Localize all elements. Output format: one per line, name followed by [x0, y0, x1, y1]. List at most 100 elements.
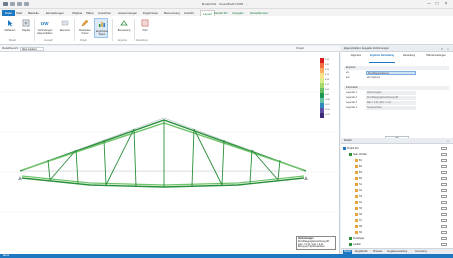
property-value[interactable]: Systemachsen [366, 106, 416, 110]
visibility-toggle[interactable] [441, 213, 447, 216]
tree-node-icon [355, 218, 358, 222]
select-button[interactable]: Markieren [3, 18, 17, 38]
tree-item[interactable]: Punktlager [349, 236, 364, 241]
property-row[interactable]: Legende 2 Durchbiegungsberechnung 2D [344, 96, 449, 100]
pin-icon[interactable]: ▾ [440, 47, 444, 51]
tree-item-label: S3 [359, 195, 362, 198]
tree-item[interactable]: S3 [355, 194, 362, 199]
property-row[interactable]: Legende 3 Max = 0.41 | Min = 0.41 [344, 101, 449, 105]
tree-item[interactable]: B4 [355, 176, 362, 181]
property-row[interactable]: Legende 4 Systemachsen [344, 106, 449, 110]
tree-node-icon [355, 188, 358, 192]
tree-item[interactable]: B3 [355, 170, 362, 175]
tree-item[interactable]: S9 [355, 230, 362, 235]
model-area-select[interactable]: Alles markiert [20, 47, 44, 51]
property-value[interactable]: alle Systeme [366, 76, 416, 80]
tree-item-label: S2 [359, 189, 362, 192]
tree-item-label: S7 [359, 219, 362, 222]
tab-ergebnis-darstellung[interactable]: Ergebnis Darstellung [369, 54, 395, 63]
visibility-toggle[interactable] [441, 231, 447, 234]
visibility-toggle[interactable] [441, 171, 447, 174]
undo-icon[interactable] [17, 2, 22, 6]
visibility-toggle[interactable] [441, 189, 447, 192]
tree-root[interactable]: Modell 001 [343, 146, 359, 151]
objects-button[interactable]: Objekte [19, 18, 33, 38]
visibility-toggle[interactable] [441, 165, 447, 168]
svg-text:DW: DW [41, 21, 49, 26]
result-info-box: Verformungen Durchbiegungsberechnung 2D … [296, 236, 336, 250]
tree-node-icon [355, 212, 358, 216]
property-key: ein [346, 72, 350, 74]
tree-node-icon [355, 182, 358, 186]
visibility-toggle[interactable] [441, 159, 447, 162]
visibility-toggle[interactable] [441, 147, 447, 150]
truss-drawing [0, 91, 340, 213]
property-value[interactable]: Durchbiegungsberechnung 2D [366, 96, 416, 100]
legend-swatch [320, 113, 324, 118]
tree-item[interactable]: S1 [355, 182, 362, 187]
tab-allgemein[interactable]: Allgemein [344, 54, 368, 63]
panel-close-icon[interactable]: x [446, 47, 450, 51]
connections-button[interactable]: DW Verbindungen Eigenschaften [37, 18, 53, 38]
visibility-toggle[interactable] [441, 243, 447, 246]
tree-item[interactable]: S6 [355, 212, 362, 217]
elements-button-label: Elemente [59, 29, 71, 32]
visibility-toggle[interactable] [441, 177, 447, 180]
tree-item[interactable]: S4 [355, 200, 362, 205]
tree-item[interactable]: Stab 1/Kräfte [349, 152, 367, 157]
right-panel: Eigenschaften: Ausgabe Verformungen ▾ x … [341, 46, 453, 254]
plan-button[interactable]: Plan [138, 18, 152, 38]
visibility-toggle[interactable] [441, 219, 447, 222]
tree-item-label: Punktlager [353, 237, 365, 240]
tree-item[interactable]: S5 [355, 206, 362, 211]
color-legend: 0.41 0.35 0.29 0.23 0.18 0.12 0.06 0.00 -0.06 -0.… [320, 58, 330, 118]
edit-cursor-button-label: Bearbeiten Cursor [79, 29, 91, 35]
tree-node-icon [349, 236, 352, 240]
close-icon[interactable]: × [442, 1, 450, 7]
tree-item[interactable]: S2 [355, 188, 362, 193]
objects-button-label: Objekte [21, 29, 31, 32]
redo-icon[interactable] [24, 2, 29, 6]
model-tree: Modell 001 Stab 1/Kräfte B1 B2 B3 B4 S1 S2 S3 S4 S… [341, 144, 453, 248]
result-data-button[interactable]: Ergebnisse Daten [94, 18, 108, 38]
edit-cursor-button[interactable]: Bearbeiten Cursor [78, 18, 92, 38]
tree-item[interactable]: S8 [355, 224, 362, 229]
visibility-toggle[interactable] [441, 183, 447, 186]
app-icon[interactable] [3, 2, 8, 6]
tree-item[interactable]: Lastfall [349, 242, 361, 247]
tree-title: Modell [344, 139, 352, 142]
visibility-toggle[interactable] [441, 195, 447, 198]
property-row[interactable]: Legende 1 Verformungen [344, 91, 449, 95]
property-value[interactable]: Verformungen [366, 91, 416, 95]
legend-value: -0.23 [325, 114, 330, 116]
maximize-icon[interactable]: □ [433, 1, 441, 7]
property-value[interactable]: Max = 0.41 | Min = 0.41 [366, 101, 416, 105]
legend-value: 0.06 [325, 89, 329, 91]
property-row[interactable]: ein Durchbiegungskurve [344, 71, 449, 75]
visibility-toggle[interactable] [441, 225, 447, 228]
property-row[interactable]: aus alle Systeme [344, 76, 449, 80]
tree-item-label: Modell 001 [347, 147, 359, 150]
save-icon[interactable] [10, 2, 15, 6]
section-ergebnis: Ergebnis [344, 66, 449, 70]
tree-item[interactable]: B2 [355, 164, 362, 169]
minimize-icon[interactable]: – [425, 1, 433, 7]
visibility-toggle[interactable] [441, 201, 447, 204]
connections-button-label: Verbindungen Eigenschaften [37, 29, 53, 35]
section-information: Information [344, 86, 449, 90]
visibility-toggle[interactable] [441, 237, 447, 240]
tree-item-label: S9 [359, 231, 362, 234]
tree-item[interactable]: S7 [355, 218, 362, 223]
property-value[interactable]: Durchbiegungskurve [366, 71, 416, 75]
tab-darstellung[interactable]: Darstellung [397, 54, 421, 63]
visibility-toggle[interactable] [441, 207, 447, 210]
design-button[interactable]: Bemessung [117, 18, 131, 38]
visibility-toggle[interactable] [441, 153, 447, 156]
deformed-truss [19, 119, 307, 188]
tab-hilfe[interactable]: Hilfe Einstellungen [423, 54, 449, 63]
elements-button[interactable]: Elemente [58, 18, 72, 38]
ribbon-separator [34, 19, 35, 41]
tree-item[interactable]: B1 [355, 158, 362, 163]
tree-close-icon[interactable]: × [446, 139, 450, 143]
model-canvas[interactable] [0, 52, 340, 254]
